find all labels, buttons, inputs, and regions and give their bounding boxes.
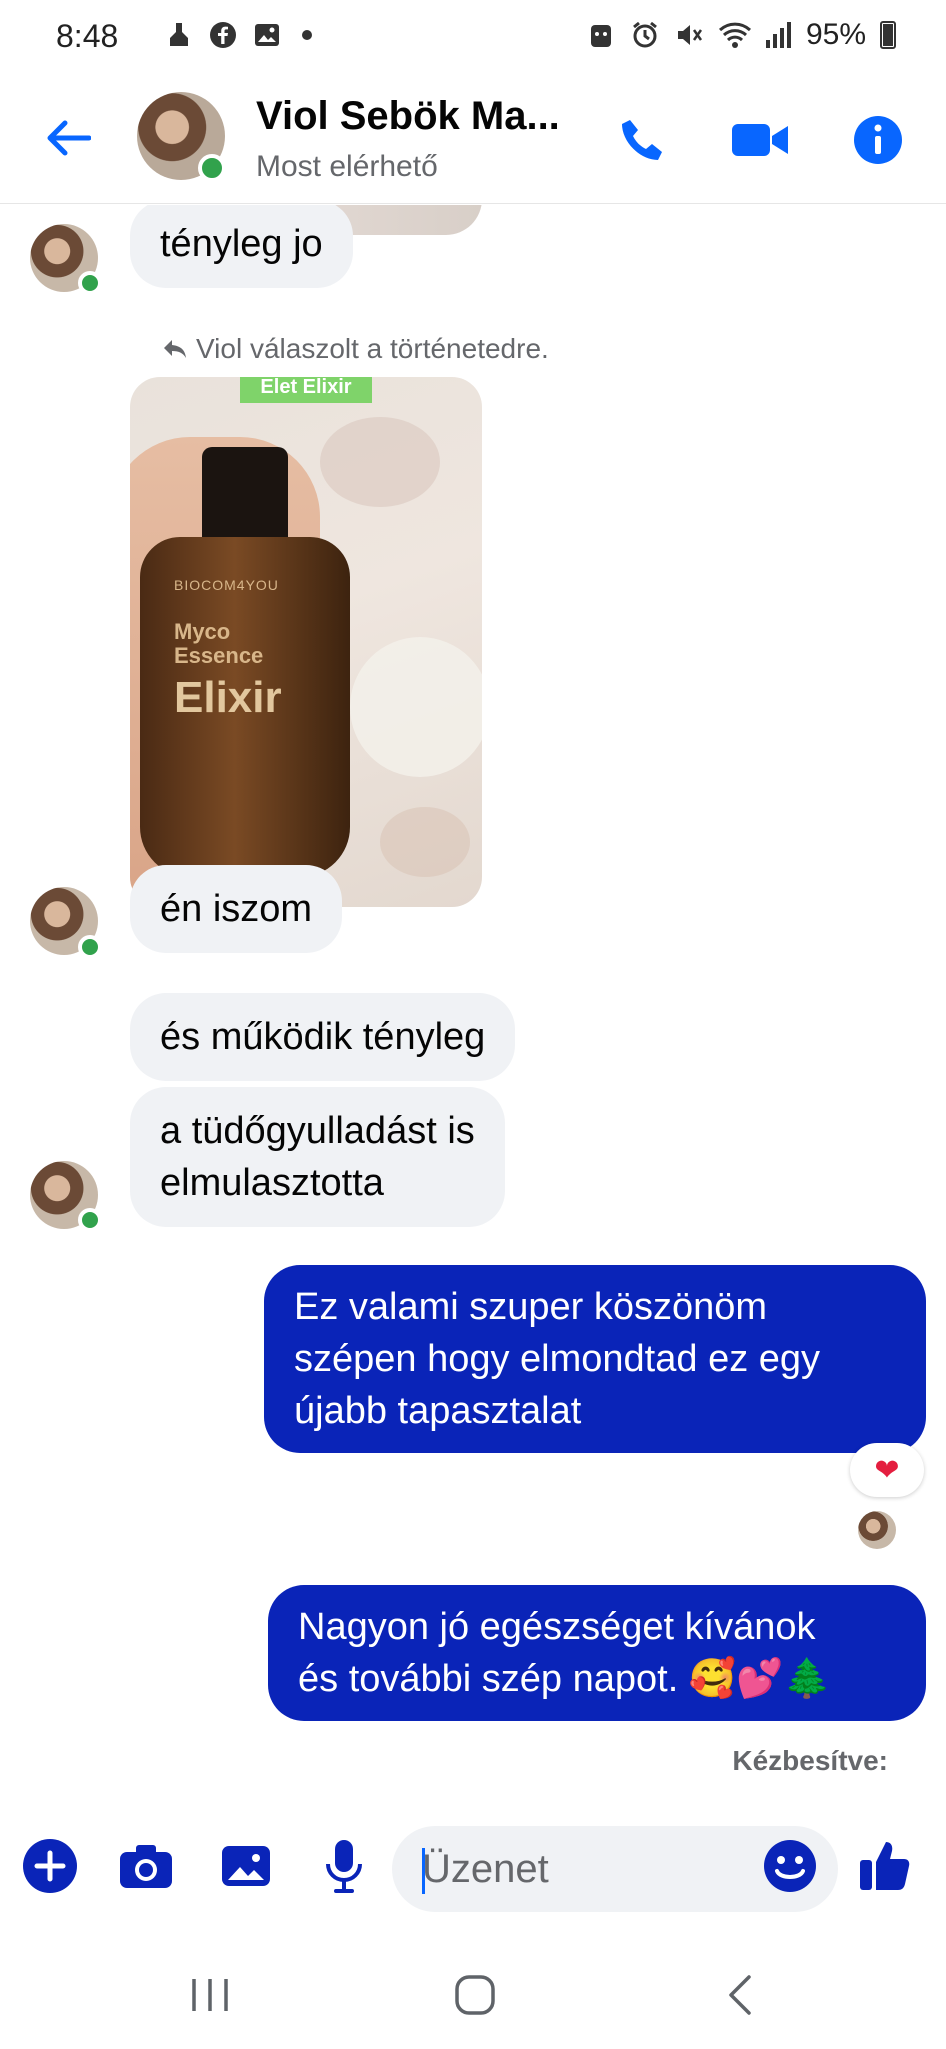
phone-icon: [622, 120, 662, 160]
incoming-message[interactable]: a tüdőgyulladást is elmulasztotta: [130, 1087, 505, 1227]
message-text-line: Nagyon jó egészséget kívánok: [298, 1606, 816, 1648]
mute-icon: [674, 20, 704, 50]
message-text: és működik tényleg: [160, 1016, 486, 1058]
gallery-icon: [252, 20, 282, 50]
message-list[interactable]: tényleg jo Viol válaszolt a történetedre…: [0, 205, 946, 1800]
incoming-message[interactable]: és működik tényleg: [130, 993, 516, 1081]
signal-icon: [762, 20, 792, 50]
video-call-button[interactable]: [730, 110, 790, 170]
battery-level: 95%: [805, 18, 866, 51]
like-button[interactable]: [856, 1836, 916, 1896]
message-text-line: és további szép napot. 🥰💕🌲: [298, 1658, 831, 1700]
delivery-status: Kézbesítve:: [732, 1745, 888, 1776]
contact-name[interactable]: Viol Sebök Ma...: [256, 94, 560, 139]
status-time: 8:48: [56, 18, 119, 54]
recent-apps-icon: [192, 1979, 228, 2011]
incoming-message[interactable]: én iszom: [130, 865, 343, 953]
audio-call-button[interactable]: [612, 110, 672, 170]
story-sticker: Elet Elixir: [240, 377, 372, 403]
battery-icon: [880, 21, 896, 49]
bottle-label-line3: Elixir: [174, 673, 282, 722]
camera-icon: [120, 1845, 172, 1888]
outgoing-message[interactable]: Nagyon jó egészséget kívánok és további …: [268, 1585, 926, 1721]
microphone-icon: [326, 1840, 362, 1893]
message-composer: [0, 1808, 946, 1928]
seen-avatar: [858, 1511, 896, 1549]
more-notifications-dot: [302, 30, 312, 40]
facebook-icon: [208, 20, 238, 50]
emoji-button[interactable]: [762, 1838, 822, 1898]
contact-status: Most elérhető: [256, 150, 438, 183]
back-button[interactable]: [40, 110, 96, 166]
voice-message-button[interactable]: [314, 1836, 374, 1896]
plus-icon: [23, 1839, 77, 1893]
system-icons: 95%: [586, 18, 896, 52]
outgoing-message[interactable]: Ez valami szuper köszönöm szépen hogy el…: [264, 1265, 926, 1453]
online-indicator: [78, 935, 102, 959]
story-image[interactable]: BIOCOM4YOU Myco Essence Elixir Elet Elix…: [130, 377, 482, 907]
recent-apps-button[interactable]: [180, 1970, 240, 2020]
info-button[interactable]: [848, 110, 908, 170]
bottle-brand: BIOCOM4YOU: [174, 577, 279, 593]
message-text-line: elmulasztotta: [160, 1162, 384, 1204]
cleaner-icon: [164, 20, 194, 50]
reply-icon: [164, 340, 186, 358]
gallery-button[interactable]: [216, 1836, 276, 1896]
story-reply-note: Viol válaszolt a történetedre.: [162, 333, 549, 365]
incoming-message[interactable]: tényleg jo: [130, 205, 353, 288]
online-indicator: [198, 154, 226, 182]
more-actions-button[interactable]: [20, 1836, 80, 1896]
message-text: én iszom: [160, 888, 313, 930]
smiley-icon: [764, 1840, 816, 1892]
message-text-line: újabb tapasztalat: [294, 1390, 582, 1432]
notification-icons: [130, 20, 312, 50]
message-text-line: Ez valami szuper köszönöm: [294, 1286, 768, 1328]
heart-reaction[interactable]: ❤: [850, 1443, 924, 1497]
video-camera-icon: [732, 124, 788, 156]
chevron-left-icon: [729, 1975, 751, 2015]
home-icon: [455, 1975, 495, 2015]
info-icon: [854, 116, 902, 164]
camera-button[interactable]: [116, 1836, 176, 1896]
online-indicator: [78, 271, 102, 295]
message-text: tényleg jo: [160, 223, 323, 265]
bottle-label-line1: Myco: [174, 619, 231, 644]
system-navigation-bar: [0, 1930, 946, 2049]
message-text-line: a tüdőgyulladást is: [160, 1110, 475, 1152]
thumbs-up-icon: [860, 1842, 910, 1890]
online-indicator: [78, 1208, 102, 1232]
heart-icon: ❤: [874, 1453, 900, 1487]
android-icon: [586, 20, 616, 50]
product-bottle: BIOCOM4YOU Myco Essence Elixir: [140, 447, 350, 877]
message-text-line: szépen hogy elmondtad ez egy: [294, 1338, 821, 1380]
arrow-left-icon: [47, 120, 91, 156]
image-icon: [222, 1846, 270, 1886]
home-button[interactable]: [445, 1970, 505, 2020]
system-back-button[interactable]: [710, 1970, 770, 2020]
alarm-icon: [630, 20, 660, 50]
status-bar: 8:48 95%: [0, 0, 946, 72]
text-caret: [422, 1848, 425, 1894]
bottle-label-line2: Essence: [174, 643, 264, 668]
story-reply-text: Viol válaszolt a történetedre.: [196, 333, 549, 364]
wifi-icon: [718, 20, 751, 50]
chat-header: Viol Sebök Ma... Most elérhető: [0, 72, 946, 204]
